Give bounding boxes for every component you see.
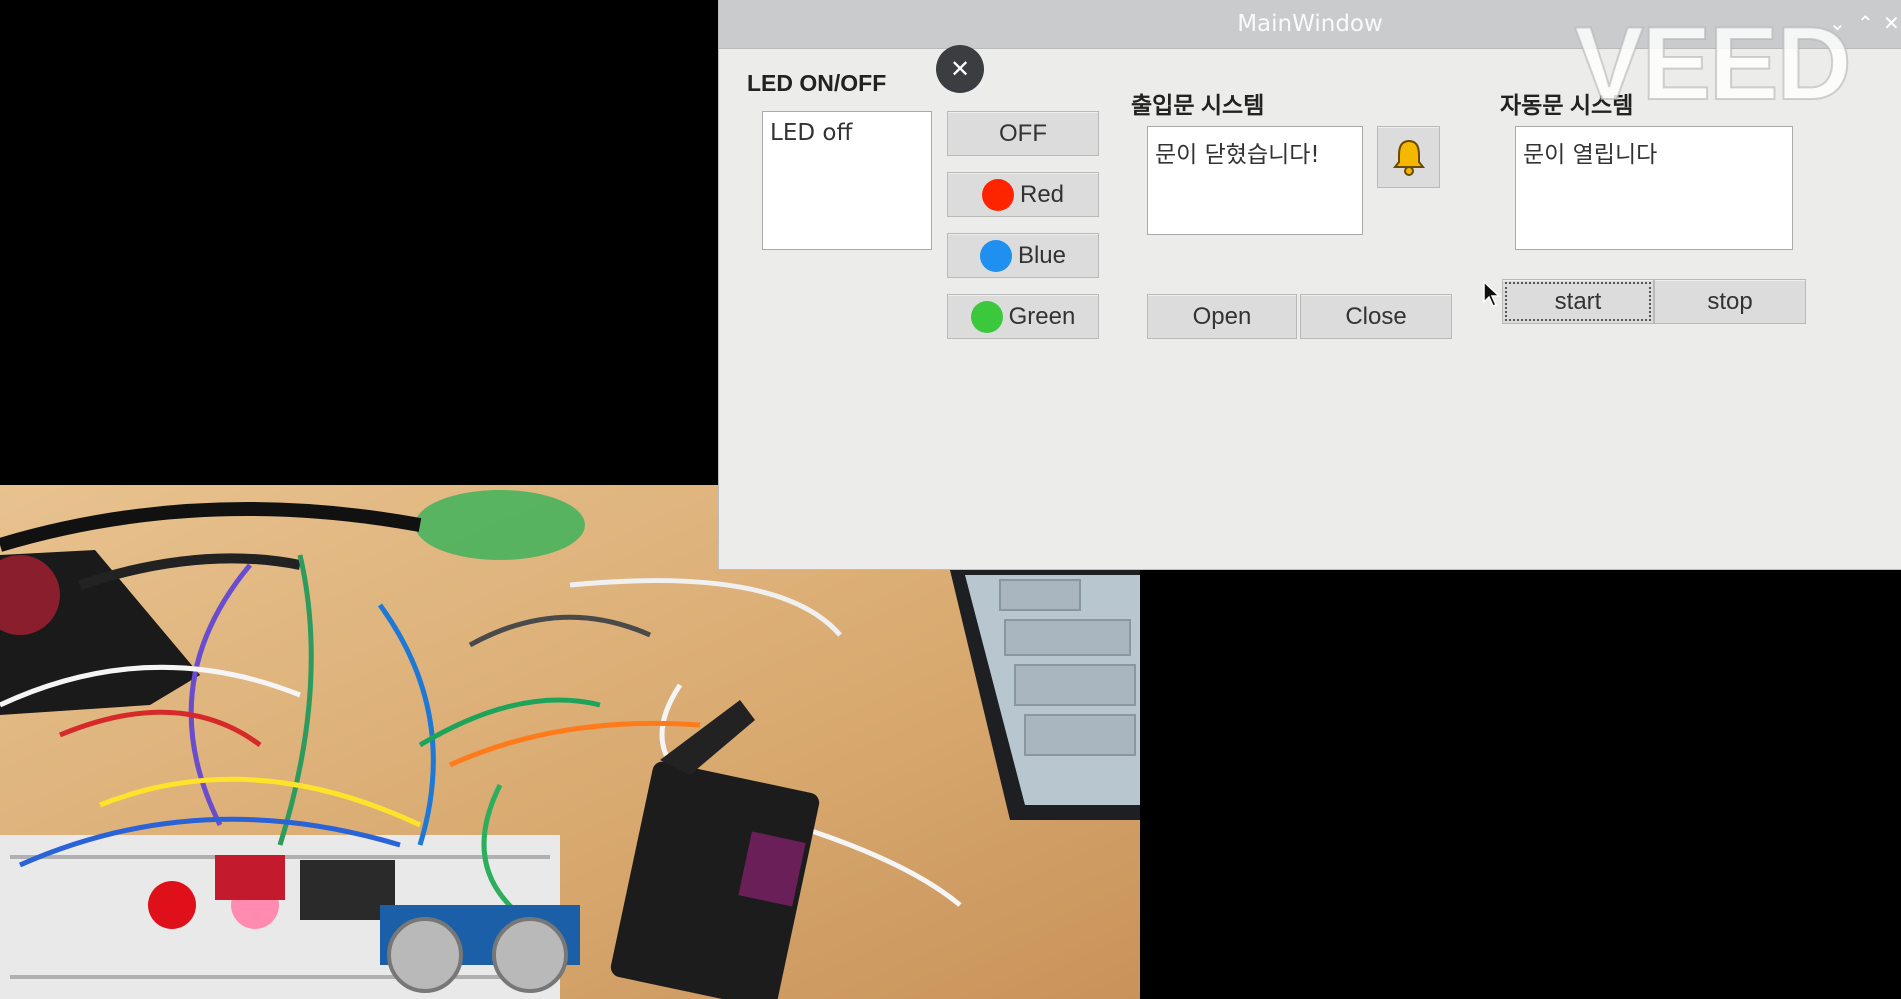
start-label: start — [1554, 287, 1602, 315]
led-status-text: LED off — [770, 120, 853, 146]
led-section-label: LED ON/OFF — [747, 70, 887, 96]
start-button[interactable]: start — [1502, 279, 1654, 324]
blue-label: Blue — [1017, 241, 1067, 269]
overlay-close-button[interactable]: ✕ — [936, 45, 984, 93]
stop-label: stop — [1707, 287, 1753, 315]
led-off-button[interactable]: OFF — [947, 111, 1099, 156]
open-label: Open — [1192, 302, 1252, 330]
door-status-text: 문이 닫혔습니다! — [1155, 142, 1320, 168]
close-button[interactable]: Close — [1300, 294, 1452, 339]
door-status-textbox[interactable]: 문이 닫혔습니다! — [1147, 126, 1363, 235]
green-button[interactable]: Green — [947, 294, 1099, 339]
led-off-label: OFF — [999, 119, 1047, 147]
led-status-textbox[interactable]: LED off — [762, 111, 932, 250]
veed-watermark-logo: VEED — [1573, 5, 1852, 123]
open-button[interactable]: Open — [1147, 294, 1297, 339]
red-button[interactable]: Red — [947, 172, 1099, 217]
door-section-label: 출입문 시스템 — [1131, 92, 1265, 118]
red-label: Red — [1019, 180, 1065, 208]
bell-button[interactable] — [1377, 126, 1440, 188]
mouse-cursor-icon — [1483, 280, 1501, 307]
auto-status-text: 문이 열립니다 — [1523, 142, 1658, 168]
close-icon: ✕ — [949, 55, 971, 83]
green-dot-icon — [970, 300, 1003, 333]
red-dot-icon — [981, 178, 1014, 211]
green-label: Green — [1008, 302, 1076, 330]
blue-button[interactable]: Blue — [947, 233, 1099, 278]
stop-button[interactable]: stop — [1654, 279, 1806, 324]
close-label: Close — [1345, 302, 1407, 330]
auto-status-textbox[interactable]: 문이 열립니다 — [1515, 126, 1793, 250]
blue-dot-icon — [979, 239, 1012, 272]
bell-icon — [1392, 139, 1425, 176]
